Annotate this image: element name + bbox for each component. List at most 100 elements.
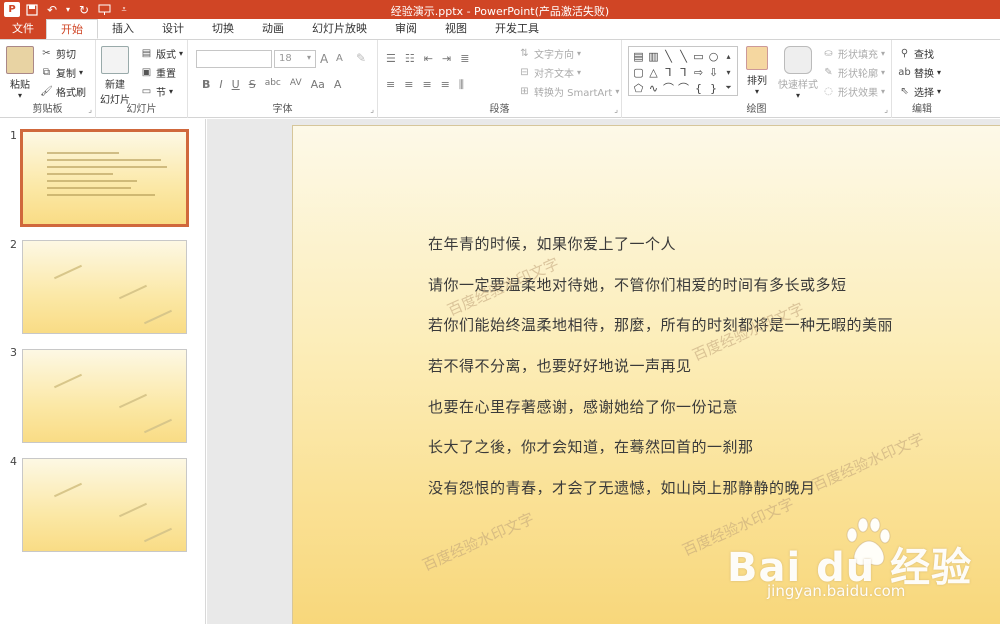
tab-animations[interactable]: 动画 (248, 19, 298, 39)
increase-indent-icon[interactable]: ⇥ (442, 52, 451, 65)
shape-outline-dropdown-icon: ▾ (881, 68, 886, 77)
line-spacing-icon[interactable]: ≣ (460, 52, 469, 65)
layout-button[interactable]: ▤ 版式 ▾ (140, 46, 183, 61)
font-name-box[interactable] (196, 50, 272, 68)
copy-label: 复制 (56, 69, 76, 80)
decrease-indent-icon[interactable]: ⇤ (424, 52, 433, 65)
tab-developer[interactable]: 开发工具 (481, 19, 553, 39)
quick-styles-dropdown-icon: ▾ (795, 91, 800, 100)
font-launcher-icon[interactable]: ⌟ (370, 105, 374, 114)
justify-icon[interactable]: ≡ (441, 78, 450, 92)
elbow-connector2-shape-icon[interactable]: ⅂ (676, 64, 691, 80)
slide-number: 4 (10, 455, 17, 468)
quick-styles-button[interactable]: 快速样式 ▾ (778, 46, 818, 100)
elbow-connector-shape-icon[interactable]: ⅂ (661, 64, 676, 80)
clear-format-icon[interactable]: ✎ (356, 51, 366, 65)
strikethrough-button[interactable]: S (249, 78, 256, 91)
curve-shape-icon[interactable]: ⌒ (661, 80, 676, 96)
tab-slideshow[interactable]: 幻灯片放映 (298, 19, 381, 39)
gallery-more-icon[interactable]: ⏷ (721, 80, 736, 96)
columns-icon[interactable]: ⫼ (459, 78, 464, 92)
slide-thumbnail-3[interactable] (22, 349, 187, 443)
tab-review[interactable]: 审阅 (381, 19, 431, 39)
right-brace-shape-icon[interactable]: } (706, 80, 721, 96)
replace-button[interactable]: ab 替换 ▾ (898, 65, 941, 80)
section-label: 节 (156, 88, 166, 99)
underline-button[interactable]: U (232, 78, 240, 91)
font-size-dropdown-icon: ▾ (306, 53, 311, 62)
bullets-icon[interactable]: ☰ (386, 52, 396, 65)
copy-dropdown-icon: ▾ (79, 68, 84, 77)
reset-button[interactable]: ▣ 重置 (140, 65, 176, 80)
tab-view[interactable]: 视图 (431, 19, 481, 39)
shape-outline-button[interactable]: ✎ 形状轮廓 ▾ (822, 65, 885, 80)
select-label: 选择 (914, 88, 934, 99)
format-painter-button[interactable]: 🖌 格式刷 (40, 84, 86, 99)
window-title: 经验演示.pptx - PowerPoint(产品激活失败) (390, 5, 610, 18)
right-arrow-shape-icon[interactable]: ⇨ (691, 64, 706, 80)
shapes-gallery[interactable]: ▤ ▥ ╲ ╲ ▭ ○ ▴ ▢ △ ⅂ ⅂ ⇨ ⇩ ▾ ⬠ ∿ ⌒ ⌒ { } … (628, 46, 738, 96)
gallery-scroll-up-icon[interactable]: ▴ (721, 48, 736, 64)
shape-fill-button[interactable]: ⛀ 形状填充 ▾ (822, 46, 885, 61)
align-left-icon[interactable]: ≡ (386, 78, 395, 92)
font-size-box[interactable]: 18 ▾ (274, 50, 316, 68)
list-row: ☰ ☷ ⇤ ⇥ ≣ (386, 52, 469, 65)
new-slide-button[interactable]: 新建 幻灯片 (100, 46, 130, 106)
gallery-scroll-down-icon[interactable]: ▾ (721, 64, 736, 80)
numbering-icon[interactable]: ☷ (405, 52, 415, 65)
slide-thumbnail-1[interactable] (20, 129, 189, 227)
slide-number: 3 (10, 346, 17, 359)
slide-thumbnail-2[interactable] (22, 240, 187, 334)
layout-icon: ▤ (141, 48, 152, 59)
copy-button[interactable]: ⧉ 复制 ▾ (40, 65, 83, 80)
shadow-button[interactable]: abc (265, 78, 281, 91)
shape-outline-label: 形状轮廓 (838, 69, 878, 80)
text-direction-button[interactable]: ⇅ 文字方向 ▾ (518, 46, 581, 61)
tab-insert[interactable]: 插入 (98, 19, 148, 39)
paste-label: 粘贴 (10, 80, 30, 91)
italic-button[interactable]: I (219, 78, 222, 91)
drawing-launcher-icon[interactable]: ⌟ (884, 105, 888, 114)
vertical-textbox-shape-icon[interactable]: ▥ (646, 48, 661, 64)
select-button[interactable]: ⇖ 选择 ▾ (898, 84, 941, 99)
arrange-button[interactable]: 排列 ▾ (746, 46, 768, 96)
find-button[interactable]: ⚲ 查找 (898, 46, 934, 61)
down-arrow-shape-icon[interactable]: ⇩ (706, 64, 721, 80)
font-group-label: 字体 (272, 104, 293, 115)
paragraph-launcher-icon[interactable]: ⌟ (614, 105, 618, 114)
bold-button[interactable]: B (202, 78, 210, 91)
change-case-button[interactable]: Aa (311, 78, 325, 91)
tab-transitions[interactable]: 切换 (198, 19, 248, 39)
clipboard-group-label: 剪贴板 (32, 104, 63, 115)
font-color-button[interactable]: A (334, 78, 342, 91)
tab-design[interactable]: 设计 (148, 19, 198, 39)
rounded-rect-shape-icon[interactable]: ▢ (631, 64, 646, 80)
shrink-font-button[interactable]: A (336, 53, 343, 64)
oval-shape-icon[interactable]: ○ (706, 48, 721, 64)
line-shape-icon[interactable]: ╲ (661, 48, 676, 64)
arc-shape-icon[interactable]: ⌒ (676, 80, 691, 96)
smartart-button[interactable]: ⊞ 转换为 SmartArt ▾ (518, 84, 619, 99)
grow-font-button[interactable]: A (320, 52, 328, 66)
shape-effects-button[interactable]: ◌ 形状效果 ▾ (822, 84, 885, 99)
format-painter-label: 格式刷 (56, 88, 86, 99)
line2-shape-icon[interactable]: ╲ (676, 48, 691, 64)
cut-button[interactable]: ✂ 剪切 (40, 46, 76, 61)
paste-button[interactable]: 粘贴 ▾ (6, 46, 34, 100)
freeform-shape-icon[interactable]: ∿ (646, 80, 661, 96)
char-spacing-button[interactable]: AV (290, 78, 302, 91)
tab-file[interactable]: 文件 (0, 19, 46, 39)
align-center-icon[interactable]: ≡ (404, 78, 413, 92)
textbox-shape-icon[interactable]: ▤ (631, 48, 646, 64)
align-text-dropdown-icon: ▾ (577, 68, 582, 77)
align-right-icon[interactable]: ≡ (422, 78, 431, 92)
triangle-shape-icon[interactable]: △ (646, 64, 661, 80)
left-brace-shape-icon[interactable]: { (691, 80, 706, 96)
clipboard-launcher-icon[interactable]: ⌟ (88, 105, 92, 114)
slide-thumbnail-4[interactable] (22, 458, 187, 552)
section-button[interactable]: ▭ 节 ▾ (140, 84, 173, 99)
rectangle-shape-icon[interactable]: ▭ (691, 48, 706, 64)
tab-home[interactable]: 开始 (46, 19, 98, 39)
pentagon-shape-icon[interactable]: ⬠ (631, 80, 646, 96)
align-text-button[interactable]: ⊟ 对齐文本 ▾ (518, 65, 581, 80)
